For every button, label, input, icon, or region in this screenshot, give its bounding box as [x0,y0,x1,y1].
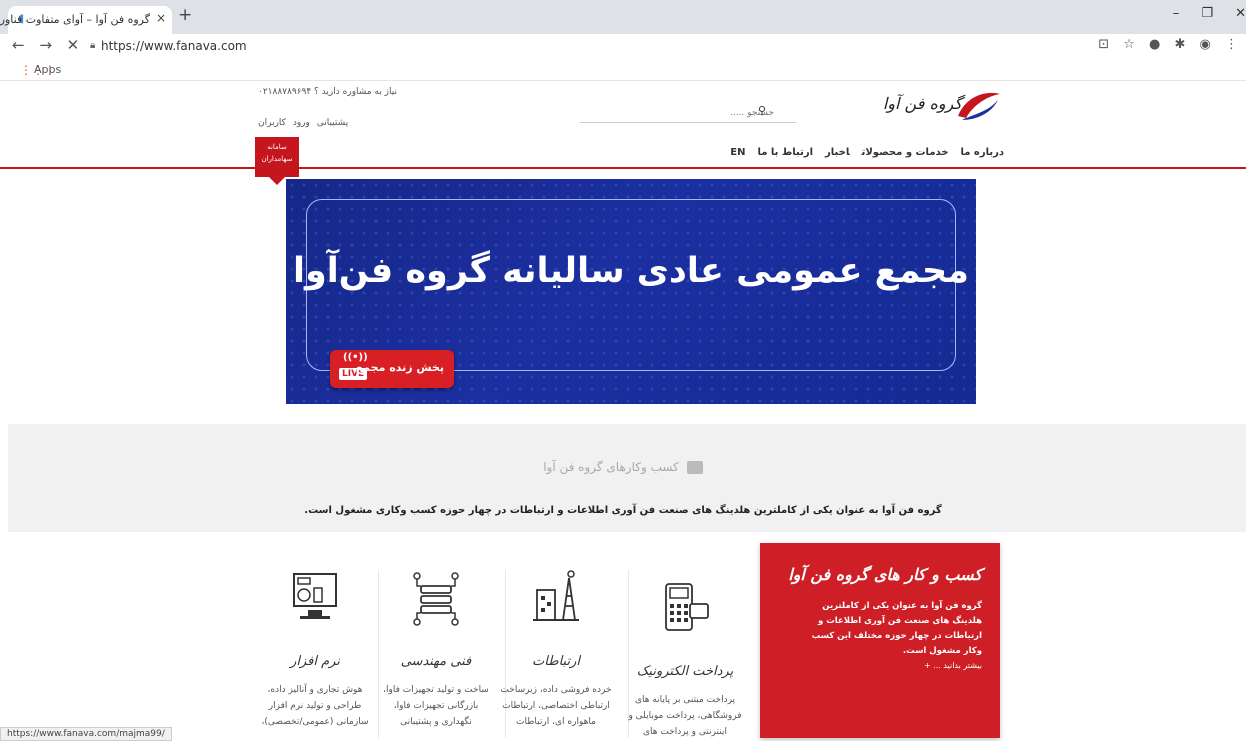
software-monitor-icon [293,573,337,619]
card-description: پرداخت مبتنی بر پایانه های فروشگاهی، پرد… [628,695,742,737]
support-login-links[interactable]: پشتیبانی ورود کاربران [258,118,348,128]
search-icon[interactable]: ⚲ [758,104,766,117]
nav-services[interactable]: خدمات و محصولات [862,147,949,158]
tab-close-icon[interactable]: × [156,11,166,25]
logo-text: گروه فن آوا [882,94,962,113]
address-bar: ← → ✕ 🔒︎ https://www.fanava.com ⊡ ☆ ● ✱ … [0,34,1246,60]
bookmarks-bar: ⋮⋮⋮ Apps [0,60,1246,81]
window-controls[interactable]: – ❐ ✕ [1173,6,1246,21]
nav-controls[interactable]: ← → ✕ [12,36,79,54]
section-title: کسب وکارهای گروه فن آوا [0,460,1246,474]
extension-icons[interactable]: ⊡ ☆ ● ✱ ◉ ⋮ [1098,37,1238,52]
card-title: نرم افزار [290,654,340,669]
briefcase-icon [686,461,703,474]
new-tab-button[interactable]: + [178,7,192,24]
engineering-server-icon [413,572,459,626]
section-title-text: کسب وکارهای گروه فن آوا [543,460,679,474]
card-description: هوش تجاری و آنالیز داده، طراحی و تولید ن… [261,685,369,727]
main-nav: درباره ما خدمات و محصولات اخبار ارتباط با م… [700,147,1004,158]
browser-status-url: https://www.fanava.com/majma99/ [0,727,172,741]
card-title: پرداخت الکترونیک [636,664,734,679]
browser-tab[interactable]: ◖ گروه فن آوا – آوای متفاوت فناوری × [0,6,172,34]
card-communications[interactable]: ارتباطات خرده فروشی داده، زیرساخت ارتباط… [497,558,615,738]
business-feature-card[interactable]: کسب و کار های گروه فن آوا گروه فن آوا به… [760,543,1000,738]
nav-english[interactable]: EN [730,147,745,158]
tab-title: گروه فن آوا – آوای متفاوت فناوری [0,13,150,26]
nav-contact[interactable]: ارتباط با ما [757,147,813,158]
shareholders-label-1: سامانه [267,143,287,151]
nav-news[interactable]: اخبار [825,147,850,158]
header-divider [0,167,1246,169]
communications-tower-icon [533,570,579,621]
consult-phone: نیاز به مشاوره دارید ؟ ۰۲۱۸۸۷۸۹۶۹۴ [258,87,397,97]
card-electronic-payment[interactable]: پرداخت الکترونیک پرداخت مبتنی بر پایانه … [626,558,744,738]
pos-terminal-icon [665,583,709,631]
nav-about[interactable]: درباره ما [961,147,1005,158]
learn-more-link[interactable]: بیشتر بدانید ... + [924,661,982,670]
banner-title: مجمع عمومی عادی سالیانه گروه فن‌آوا [293,251,969,291]
card-description: خرده فروشی داده، زیرساخت ارتباطی اختصاصی… [500,685,612,727]
shareholders-label-2: سهامداران [261,155,293,163]
hero-banner[interactable]: مجمع عمومی عادی سالیانه گروه فن‌آوا ((•)… [286,179,976,404]
feature-title: کسب و کار های گروه فن آوا [788,565,982,584]
section-description: گروه فن آوا به عنوان یکی از کاملترین هلد… [304,505,942,516]
card-title: فنی مهندسی [400,654,472,669]
fanava-logo[interactable]: گروه فن آوا [866,86,1002,124]
feature-description: گروه فن آوا به عنوان یکی از کاملترین هلد… [811,601,982,656]
card-title: ارتباطات [532,654,580,669]
lock-icon[interactable]: 🔒︎ [90,40,95,51]
url-field[interactable]: https://www.fanava.com [101,39,247,53]
shareholders-button[interactable]: سامانه سهامداران [255,137,299,185]
browser-tab-bar: ◖ گروه فن آوا – آوای متفاوت فناوری × + –… [0,0,1246,34]
live-stream-label: پخش زنده مجمع [355,361,444,374]
live-stream-button[interactable]: ((•)) LIVE پخش زنده مجمع [330,350,454,388]
apps-bookmark[interactable]: Apps [34,63,61,76]
card-software[interactable]: نرم افزار هوش تجاری و آنالیز داده، طراحی… [256,558,374,738]
card-description: ساخت و تولید تجهیزات فاوا، بازرگانی تجهی… [383,685,489,727]
card-engineering[interactable]: فنی مهندسی ساخت و تولید تجهیزات فاوا، با… [377,558,495,738]
